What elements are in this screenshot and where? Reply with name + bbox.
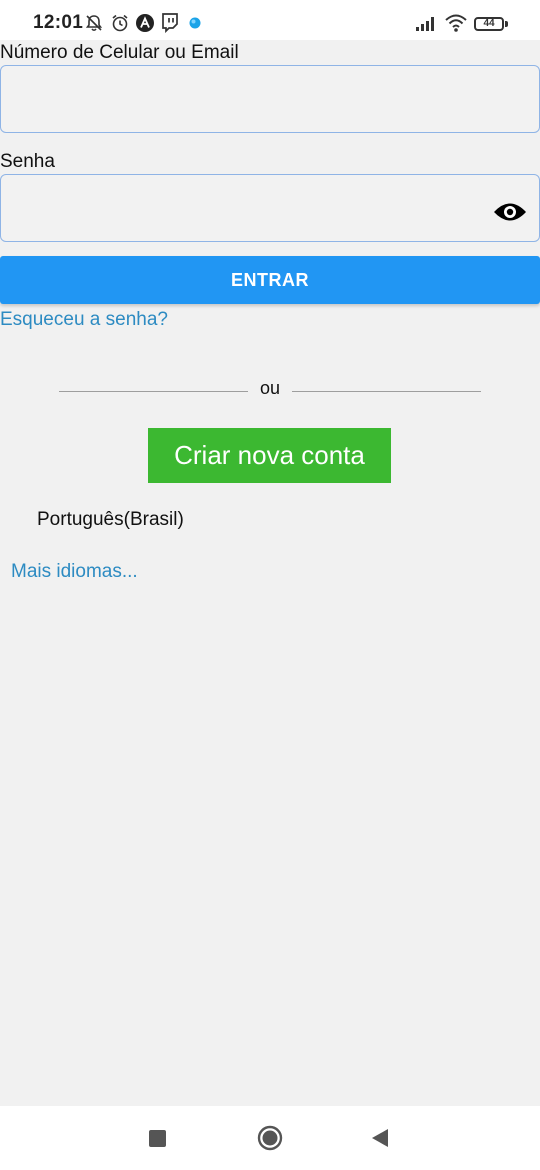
username-input[interactable] bbox=[1, 66, 539, 132]
language-current[interactable]: Português(Brasil) bbox=[37, 509, 184, 531]
battery-icon: 44 bbox=[474, 17, 504, 31]
eye-icon[interactable] bbox=[493, 201, 527, 223]
status-time: 12:01 bbox=[33, 12, 84, 33]
alarm-icon bbox=[110, 12, 130, 34]
navigation-bar bbox=[0, 1106, 540, 1170]
password-label: Senha bbox=[0, 151, 55, 172]
back-icon[interactable] bbox=[371, 1128, 389, 1148]
notifications-off-icon bbox=[84, 12, 104, 34]
password-input[interactable] bbox=[1, 175, 539, 241]
battery-tip bbox=[505, 21, 508, 27]
login-button[interactable]: ENTRAR bbox=[0, 256, 540, 304]
dot-icon bbox=[188, 12, 202, 34]
create-account-button[interactable]: Criar nova conta bbox=[148, 428, 391, 483]
username-field-container bbox=[0, 65, 540, 133]
app-a-icon bbox=[135, 12, 155, 34]
username-label: Número de Celular ou Email bbox=[0, 42, 239, 63]
password-field-container bbox=[0, 174, 540, 242]
divider-line-right bbox=[292, 391, 481, 392]
forgot-password-link[interactable]: Esqueceu a senha? bbox=[0, 309, 168, 331]
more-languages-link[interactable]: Mais idiomas... bbox=[11, 561, 138, 583]
twitch-icon bbox=[161, 12, 179, 34]
status-bar: 12:01 44 bbox=[0, 0, 540, 40]
signal-icon bbox=[415, 12, 437, 34]
divider-line-left bbox=[59, 391, 248, 392]
recents-icon[interactable] bbox=[149, 1130, 166, 1147]
divider-text: ou bbox=[259, 378, 281, 398]
home-icon[interactable] bbox=[257, 1125, 283, 1151]
wifi-icon bbox=[444, 12, 468, 34]
